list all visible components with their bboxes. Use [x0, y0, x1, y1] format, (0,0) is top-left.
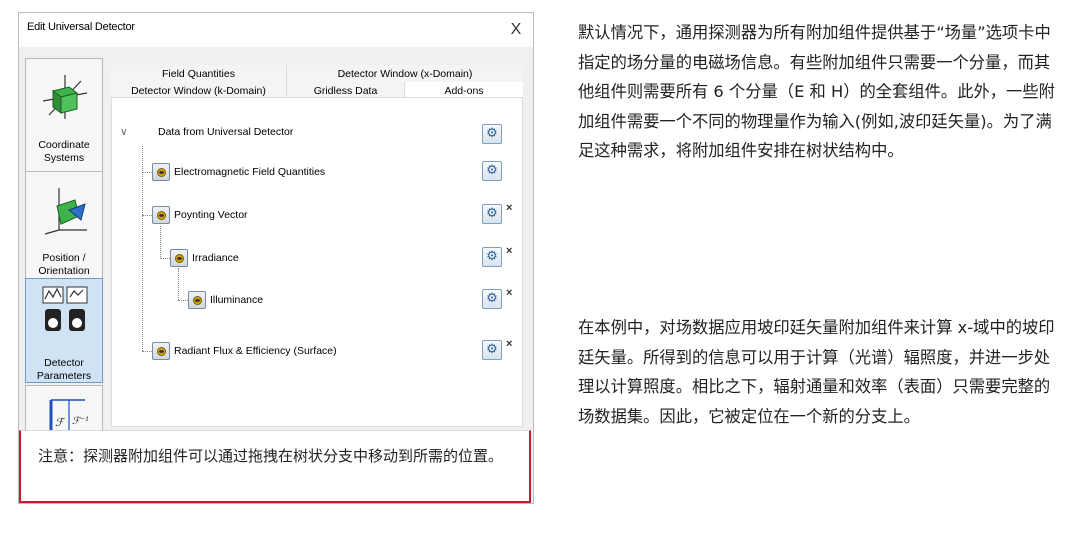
tree-connector	[160, 226, 161, 259]
cube-axes-icon	[42, 75, 88, 119]
settings-button[interactable]: ⚙	[482, 340, 502, 360]
category-label: Coordinate Systems	[38, 139, 90, 164]
close-button[interactable]: X	[499, 13, 533, 47]
gear-icon: ⚙	[486, 291, 498, 306]
settings-button[interactable]: ⚙	[482, 247, 502, 267]
settings-button[interactable]: ⚙	[482, 204, 502, 224]
tree-item-radiant-flux[interactable]: Radiant Flux & Efficiency (Surface)	[174, 345, 337, 357]
dialog-title: Edit Universal Detector	[27, 21, 135, 33]
add-ons-tree-panel: ∨ Data from Universal Detector ⚙ Electro…	[111, 97, 523, 427]
remove-button[interactable]: ×	[506, 287, 512, 299]
tree-root-label: Data from Universal Detector	[158, 126, 294, 138]
tree-connector	[142, 172, 152, 173]
category-detector-parameters[interactable]: Detector Parameters	[25, 278, 103, 383]
title-bar: Edit Universal Detector X	[19, 13, 533, 47]
category-label: Position / Orientation	[38, 252, 90, 277]
gear-icon: ⚙	[486, 206, 498, 221]
note-text: 注意：探测器附加组件可以通过拖拽在树状分支中移动到所需的位置。	[38, 447, 504, 465]
drag-note-box: 注意：探测器附加组件可以通过拖拽在树状分支中移动到所需的位置。	[19, 430, 531, 503]
coordinate-axes-icon	[44, 188, 87, 235]
remove-button[interactable]: ×	[506, 338, 512, 350]
remove-button[interactable]: ×	[506, 245, 512, 257]
tree-connector	[160, 258, 170, 259]
settings-button[interactable]: ⚙	[482, 161, 502, 181]
svg-text:ℱ: ℱ	[55, 416, 66, 429]
tree-connector	[142, 215, 152, 216]
addon-icon	[152, 163, 170, 181]
gear-icon: ⚙	[486, 126, 498, 141]
root-settings-button[interactable]: ⚙	[482, 124, 502, 144]
addon-icon	[152, 342, 170, 360]
tab-detector-window-x[interactable]: Detector Window (x-Domain)	[287, 65, 523, 83]
tree-item-em-field-quantities[interactable]: Electromagnetic Field Quantities	[174, 166, 325, 178]
tree-item-illuminance[interactable]: Illuminance	[210, 294, 263, 306]
gear-icon: ⚙	[486, 163, 498, 178]
tree-connector	[178, 268, 179, 300]
addon-icon	[188, 291, 206, 309]
paragraph-default-behavior: 默认情况下，通用探测器为所有附加组件提供基于“场量”选项卡中指定的场分量的电磁场…	[578, 23, 1055, 160]
tree-connector	[142, 146, 143, 351]
gear-icon: ⚙	[486, 342, 498, 357]
svg-text:ℱ⁻¹: ℱ⁻¹	[72, 416, 89, 427]
category-position-orientation[interactable]: Position / Orientation	[25, 171, 103, 289]
tree-item-poynting-vector[interactable]: Poynting Vector	[174, 209, 248, 221]
settings-button[interactable]: ⚙	[482, 289, 502, 309]
category-label: Detector Parameters	[36, 357, 92, 382]
paragraph-example: 在本例中，对场数据应用坡印廷矢量附加组件来计算 x-域中的坡印廷矢量。所得到的信…	[578, 318, 1055, 426]
expand-toggle[interactable]: ∨	[120, 126, 128, 138]
gear-icon: ⚙	[486, 249, 498, 264]
tree-connector	[178, 300, 188, 301]
detector-parameters-icon	[42, 286, 88, 331]
category-coordinate-systems[interactable]: Coordinate Systems	[25, 58, 103, 173]
tab-row-upper: Field Quantities Detector Window (x-Doma…	[111, 65, 523, 83]
tree-connector	[142, 351, 152, 352]
tree-item-irradiance[interactable]: Irradiance	[192, 252, 239, 264]
remove-button[interactable]: ×	[506, 202, 512, 214]
addon-icon	[152, 206, 170, 224]
addon-icon	[170, 249, 188, 267]
tab-field-quantities[interactable]: Field Quantities	[111, 65, 287, 83]
